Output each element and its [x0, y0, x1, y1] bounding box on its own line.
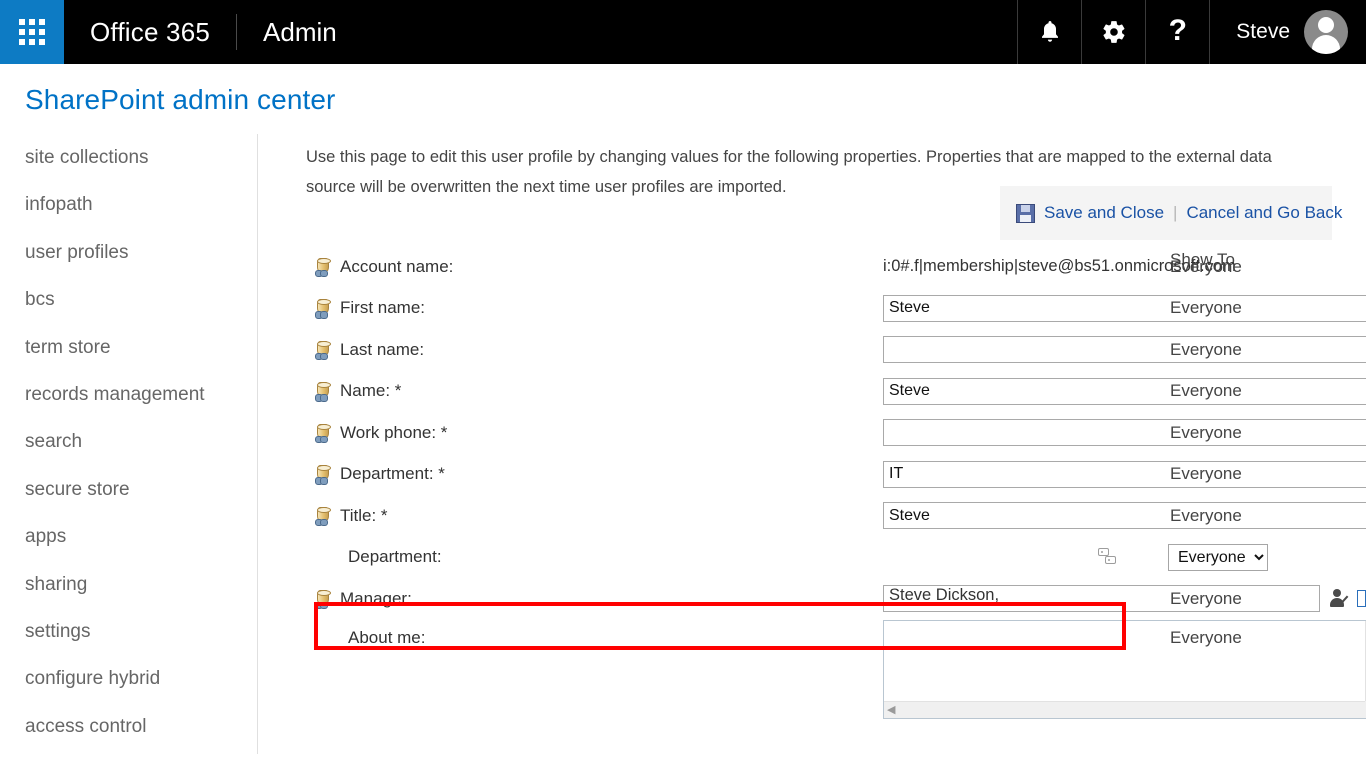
help-button[interactable]: ?: [1145, 0, 1209, 64]
sidebar-item-records-management[interactable]: records management: [0, 371, 257, 418]
label-work-phone: Work phone: *: [315, 423, 447, 443]
sidebar-item-apps[interactable]: apps: [0, 513, 257, 560]
cancel-and-go-back-button[interactable]: Cancel and Go Back: [1186, 203, 1342, 223]
about-me-textarea-wrapper: ▲ ▼ ◀ ▶: [883, 620, 1366, 719]
label-first-name: First name:: [315, 298, 425, 318]
sidebar-item-search[interactable]: search: [0, 418, 257, 465]
suite-brand[interactable]: Office 365: [64, 0, 236, 64]
showto-last-name: Everyone: [1170, 340, 1242, 360]
mapped-property-icon: [315, 424, 332, 442]
user-menu[interactable]: Steve: [1209, 0, 1366, 64]
command-bar: Save and Close | Cancel and Go Back: [1000, 186, 1332, 240]
form-row-account-name: Account name: i:0#.f|membership|steve@bs…: [258, 246, 1366, 288]
label-last-name: Last name:: [315, 340, 424, 360]
label-about-me: About me:: [348, 628, 426, 648]
app-launcher-button[interactable]: [0, 0, 64, 64]
sidebar-item-site-collections[interactable]: site collections: [0, 134, 257, 181]
notifications-button[interactable]: [1017, 0, 1081, 64]
save-floppy-icon: [1016, 204, 1035, 223]
label-department-required: Department: *: [315, 464, 445, 484]
showto-manager: Everyone: [1170, 589, 1242, 609]
label-title: Title: *: [315, 506, 388, 526]
sidebar-item-settings[interactable]: settings: [0, 608, 257, 655]
sidebar-item-bcs[interactable]: bcs: [0, 276, 257, 323]
showto-about-me: Everyone: [1170, 628, 1242, 648]
showto-name: Everyone: [1170, 381, 1242, 401]
form-row-work-phone: Work phone: * Everyone: [258, 412, 1366, 454]
name-input[interactable]: [883, 378, 1366, 405]
label-department-taxonomy: Department:: [348, 547, 442, 567]
form-row-first-name: First name: Everyone: [258, 288, 1366, 330]
user-name: Steve: [1236, 20, 1290, 44]
mapped-property-icon: [315, 465, 332, 483]
sidebar-item-access-control[interactable]: access control: [0, 703, 257, 750]
mapped-property-icon: [315, 382, 332, 400]
mapped-property-icon: [315, 299, 332, 317]
settings-button[interactable]: [1081, 0, 1145, 64]
showto-work-phone: Everyone: [1170, 423, 1242, 443]
first-name-input[interactable]: [883, 295, 1366, 322]
mapped-property-icon: [315, 258, 332, 276]
mapped-property-icon: [315, 341, 332, 359]
sidebar-item-secure-store[interactable]: secure store: [0, 466, 257, 513]
form-row-name: Name: * Everyone: [258, 371, 1366, 413]
sidebar-item-term-store[interactable]: term store: [0, 324, 257, 371]
suite-app-name[interactable]: Admin: [237, 0, 363, 64]
form-row-last-name: Last name: Everyone: [258, 329, 1366, 371]
page-title: SharePoint admin center: [25, 84, 335, 116]
person-check-icon[interactable]: [1330, 589, 1350, 608]
app-launcher-icon: [19, 19, 45, 45]
showto-department-select[interactable]: Everyone: [1168, 544, 1268, 571]
address-book-icon[interactable]: [1357, 590, 1366, 608]
showto-account-name: Everyone: [1170, 257, 1242, 277]
label-name: Name: *: [315, 381, 401, 401]
suite-bar: Office 365 Admin ? Steve: [0, 0, 1366, 64]
form-row-department-taxonomy: Department: Everyone: [258, 537, 1366, 579]
main-content: Use this page to edit this user profile …: [258, 134, 1366, 768]
label-account-name: Account name:: [315, 257, 453, 277]
showto-title: Everyone: [1170, 506, 1242, 526]
scroll-left-arrow-icon[interactable]: ◀: [887, 703, 895, 716]
form-row-manager: Manager: Steve Dickson, Everyone: [258, 578, 1366, 620]
form-row-department-required: Department: * Everyone: [258, 454, 1366, 496]
title-input[interactable]: [883, 502, 1366, 529]
question-mark-icon: ?: [1169, 16, 1187, 46]
save-and-close-button[interactable]: Save and Close: [1044, 203, 1164, 223]
sidebar-item-infopath[interactable]: infopath: [0, 181, 257, 228]
work-phone-input[interactable]: [883, 419, 1366, 446]
left-navigation: site collections infopath user profiles …: [0, 134, 258, 754]
bell-icon: [1038, 19, 1062, 45]
department-input[interactable]: [883, 461, 1366, 488]
form-row-title: Title: * Everyone: [258, 495, 1366, 537]
gear-icon: [1101, 19, 1127, 45]
sidebar-item-sharing[interactable]: sharing: [0, 561, 257, 608]
about-me-textarea[interactable]: [884, 621, 1365, 701]
showto-first-name: Everyone: [1170, 298, 1242, 318]
about-me-horizontal-scrollbar[interactable]: ◀ ▶: [884, 701, 1366, 718]
suite-spacer: [363, 0, 1018, 64]
mapped-property-icon: [315, 590, 332, 608]
sidebar-item-configure-hybrid[interactable]: configure hybrid: [0, 655, 257, 702]
term-tag-icon[interactable]: [1098, 548, 1120, 566]
sidebar-item-user-profiles[interactable]: user profiles: [0, 229, 257, 276]
last-name-input[interactable]: [883, 336, 1366, 363]
label-manager: Manager:: [315, 589, 412, 609]
command-separator: |: [1173, 203, 1177, 223]
profile-form: Account name: i:0#.f|membership|steve@bs…: [258, 246, 1366, 730]
people-picker-actions: [1330, 589, 1366, 608]
showto-department-required: Everyone: [1170, 464, 1242, 484]
avatar: [1304, 10, 1348, 54]
form-row-about-me: About me: ▲ ▼ ◀ ▶ Everyone: [258, 620, 1366, 730]
manager-people-picker-input[interactable]: [883, 585, 1320, 612]
mapped-property-icon: [315, 507, 332, 525]
